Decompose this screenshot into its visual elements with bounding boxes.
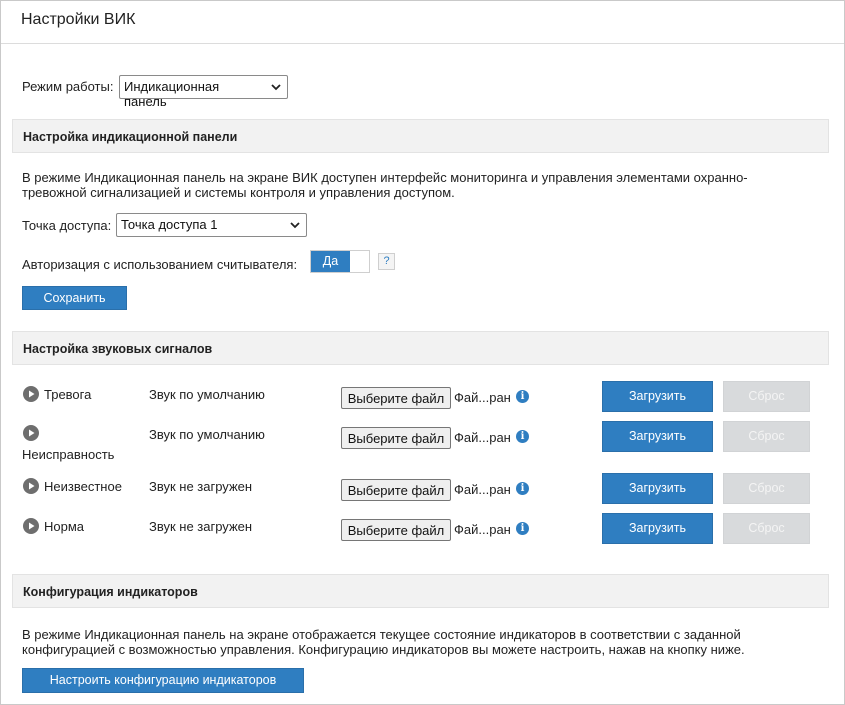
panel-description-line-1: В режиме Индикационная панель на экране … [22, 170, 748, 185]
mode-label: Режим работы: [22, 79, 114, 94]
file-status-text: Фай...ран [454, 522, 511, 537]
sound-section-header: Настройка звуковых сигналов [12, 331, 829, 365]
sound-section-title: Настройка звуковых сигналов [23, 342, 213, 356]
play-icon[interactable] [23, 386, 39, 402]
help-button[interactable]: ? [378, 253, 395, 270]
info-icon[interactable]: i [516, 482, 529, 495]
sound-row-status: Звук не загружен [149, 519, 253, 534]
auth-reader-label: Авторизация с использованием считывателя… [22, 257, 298, 272]
configure-indicators-button[interactable]: Настроить конфигурацию индикаторов [22, 668, 304, 693]
upload-button[interactable]: Загрузить [602, 381, 713, 412]
info-icon[interactable]: i [516, 430, 529, 443]
auth-toggle-on-label: Да [311, 251, 350, 272]
chevron-down-icon [290, 222, 300, 229]
sound-row-name: Неизвестное [44, 479, 122, 494]
play-icon[interactable] [23, 425, 39, 441]
upload-button[interactable]: Загрузить [602, 513, 713, 544]
access-point-select[interactable]: Точка доступа 1 [116, 213, 307, 237]
file-status-text: Фай...ран [454, 390, 511, 405]
reset-button[interactable]: Сброс [723, 473, 810, 504]
sound-row-status: Звук по умолчанию [149, 427, 265, 442]
sound-row-status: Звук по умолчанию [149, 387, 265, 402]
save-button[interactable]: Сохранить [22, 286, 127, 310]
file-status-text: Фай...ран [454, 430, 511, 445]
reset-button[interactable]: Сброс [723, 421, 810, 452]
choose-file-button[interactable]: Выберите файл [341, 519, 451, 541]
file-status-text: Фай...ран [454, 482, 511, 497]
panel-section-header: Настройка индикационной панели [12, 119, 829, 153]
indicators-description-line-2: конфигурацией с возможностью управления.… [22, 642, 745, 657]
choose-file-button[interactable]: Выберите файл [341, 427, 451, 449]
page-title: Настройки ВИК [21, 11, 136, 28]
mode-select[interactable]: Индикационная панель [119, 75, 288, 109]
mode-select-value: Индикационная панель [124, 79, 220, 109]
sound-row-name: Норма [44, 519, 85, 534]
upload-button[interactable]: Загрузить [602, 473, 713, 504]
reset-button[interactable]: Сброс [723, 381, 810, 412]
settings-window: Настройки ВИК Режим работы: Индикационна… [0, 0, 845, 705]
chevron-down-icon [271, 84, 281, 91]
sound-row-status: Звук не загружен [149, 479, 253, 494]
indicators-description-line-1: В режиме Индикационная панель на экране … [22, 627, 741, 642]
upload-button[interactable]: Загрузить [602, 421, 713, 452]
panel-description-line-2: тревожной сигнализацией и системы контро… [22, 185, 455, 200]
choose-file-button[interactable]: Выберите файл [341, 387, 451, 409]
title-bar: Настройки ВИК [1, 1, 844, 44]
play-icon[interactable] [23, 518, 39, 534]
indicators-section-title: Конфигурация индикаторов [23, 585, 198, 599]
info-icon[interactable]: i [516, 522, 529, 535]
info-icon[interactable]: i [516, 390, 529, 403]
indicators-section-header: Конфигурация индикаторов [12, 574, 829, 608]
access-point-select-value: Точка доступа 1 [121, 217, 218, 232]
access-point-label: Точка доступа: [22, 218, 112, 233]
choose-file-button[interactable]: Выберите файл [341, 479, 451, 501]
sound-row-name: Тревога [44, 387, 92, 402]
reset-button[interactable]: Сброс [723, 513, 810, 544]
sound-row-name: Неисправность [22, 447, 115, 462]
auth-reader-toggle[interactable]: Да [310, 250, 370, 273]
play-icon[interactable] [23, 478, 39, 494]
panel-section-title: Настройка индикационной панели [23, 130, 238, 144]
